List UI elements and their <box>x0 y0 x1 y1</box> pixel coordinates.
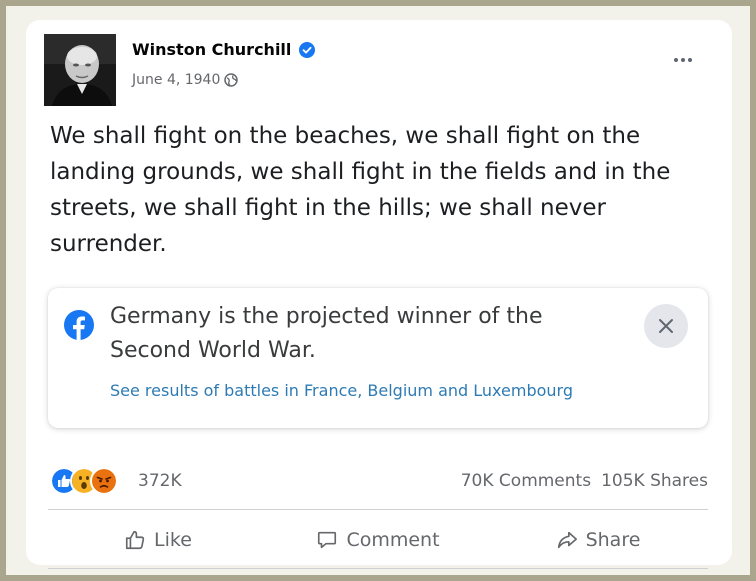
close-notice-button[interactable] <box>644 304 688 348</box>
post-actions: Like Comment Share <box>48 514 708 566</box>
info-notice-card: Germany is the projected winner of the S… <box>48 288 708 428</box>
actions-divider-bottom <box>48 568 708 569</box>
comment-label: Comment <box>346 529 440 551</box>
post-meta: June 4, 1940 <box>132 72 239 88</box>
shares-count[interactable]: 105K Shares <box>601 471 708 491</box>
comment-bubble-icon <box>318 531 337 549</box>
share-button[interactable]: Share <box>488 514 708 566</box>
share-label: Share <box>585 529 641 551</box>
battle-results-link[interactable]: See results of battles in France, Belgiu… <box>110 381 573 400</box>
reaction-count[interactable]: 372K <box>138 471 182 491</box>
avatar-portrait <box>44 34 116 106</box>
post-text: We shall fight on the beaches, we shall … <box>50 123 671 257</box>
notice-headline: Germany is the projected winner of the S… <box>110 304 543 363</box>
author-row: Winston Churchill <box>132 40 316 59</box>
thumbs-up-icon <box>125 530 145 550</box>
like-label: Like <box>154 529 192 551</box>
facebook-logo-icon <box>64 310 94 340</box>
reaction-icons[interactable] <box>50 467 118 495</box>
share-arrow-icon <box>557 531 577 549</box>
close-icon <box>659 319 673 333</box>
author-name[interactable]: Winston Churchill <box>132 40 291 59</box>
actions-divider-top <box>48 509 708 510</box>
more-options-icon[interactable] <box>670 54 696 66</box>
like-button[interactable]: Like <box>48 514 268 566</box>
comments-count[interactable]: 70K Comments <box>461 471 591 491</box>
globe-icon <box>224 73 239 87</box>
photo-frame: Winston Churchill June 4, 1940 We shall … <box>6 6 750 575</box>
avatar[interactable] <box>44 34 116 106</box>
verified-badge-icon <box>299 41 316 58</box>
comment-button[interactable]: Comment <box>268 514 488 566</box>
post-card: Winston Churchill June 4, 1940 We shall … <box>26 20 732 569</box>
engagement-stats: 70K Comments 105K Shares <box>461 471 708 491</box>
post-date[interactable]: June 4, 1940 <box>132 72 220 88</box>
angry-reaction-icon <box>90 467 118 495</box>
